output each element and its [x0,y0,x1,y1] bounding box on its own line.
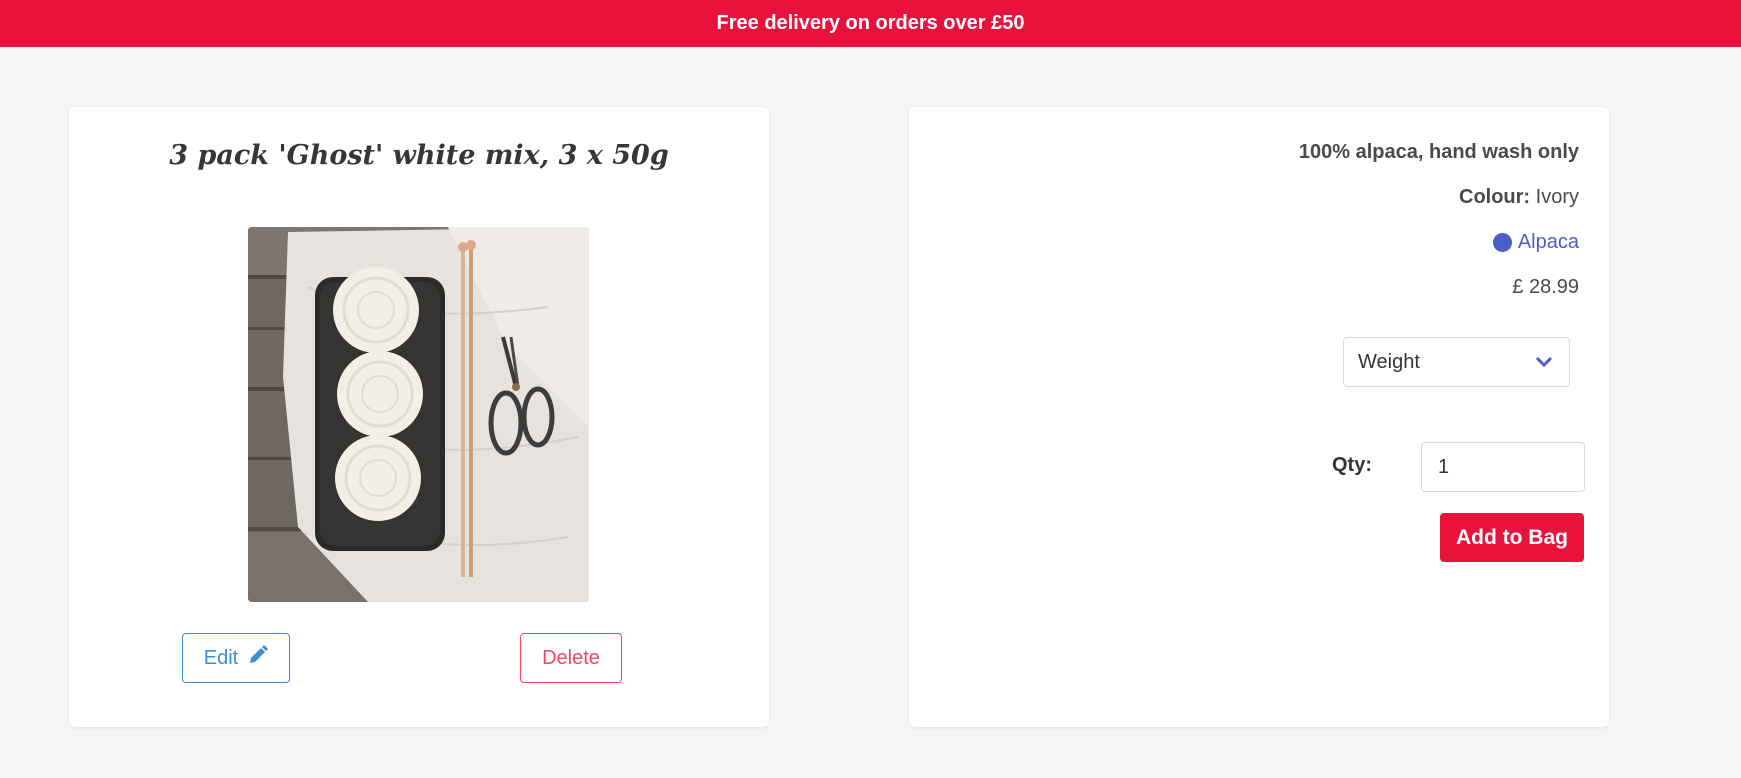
add-to-bag-button[interactable]: Add to Bag [1440,513,1584,562]
delete-button[interactable]: Delete [520,633,622,683]
promo-text: Free delivery on orders over £50 [716,12,1025,34]
product-details-card: 100% alpaca, hand wash only Colour: Ivor… [909,107,1609,727]
colour-value: Ivory [1535,186,1579,208]
product-image [248,227,589,602]
qty-input[interactable] [1421,442,1585,492]
price: £ 28.99 [1512,276,1579,298]
qty-label: Qty: [1332,454,1372,476]
edit-label: Edit [203,646,239,669]
weight-select[interactable]: Weight [1343,337,1570,387]
colour-info: Colour: Ivory [1459,186,1579,209]
product-image-card: 3 pack 'Ghost' white mix, 3 x 50g Edit D… [69,107,769,727]
care-info: 100% alpaca, hand wash only [1298,141,1579,163]
delete-label: Delete [542,646,600,669]
product-title: 3 pack 'Ghost' white mix, 3 x 50g [169,140,669,171]
colour-label: Colour: [1459,186,1531,208]
pencil-icon [248,645,269,671]
material-dot-icon [1492,233,1512,252]
weight-select-value: Weight [1358,350,1420,373]
material-link[interactable]: Alpaca [1492,231,1579,254]
chevron-down-icon [1535,351,1553,374]
material-label: Alpaca [1517,231,1579,253]
edit-button[interactable]: Edit [182,633,290,683]
promo-banner: Free delivery on orders over £50 [0,0,1741,47]
